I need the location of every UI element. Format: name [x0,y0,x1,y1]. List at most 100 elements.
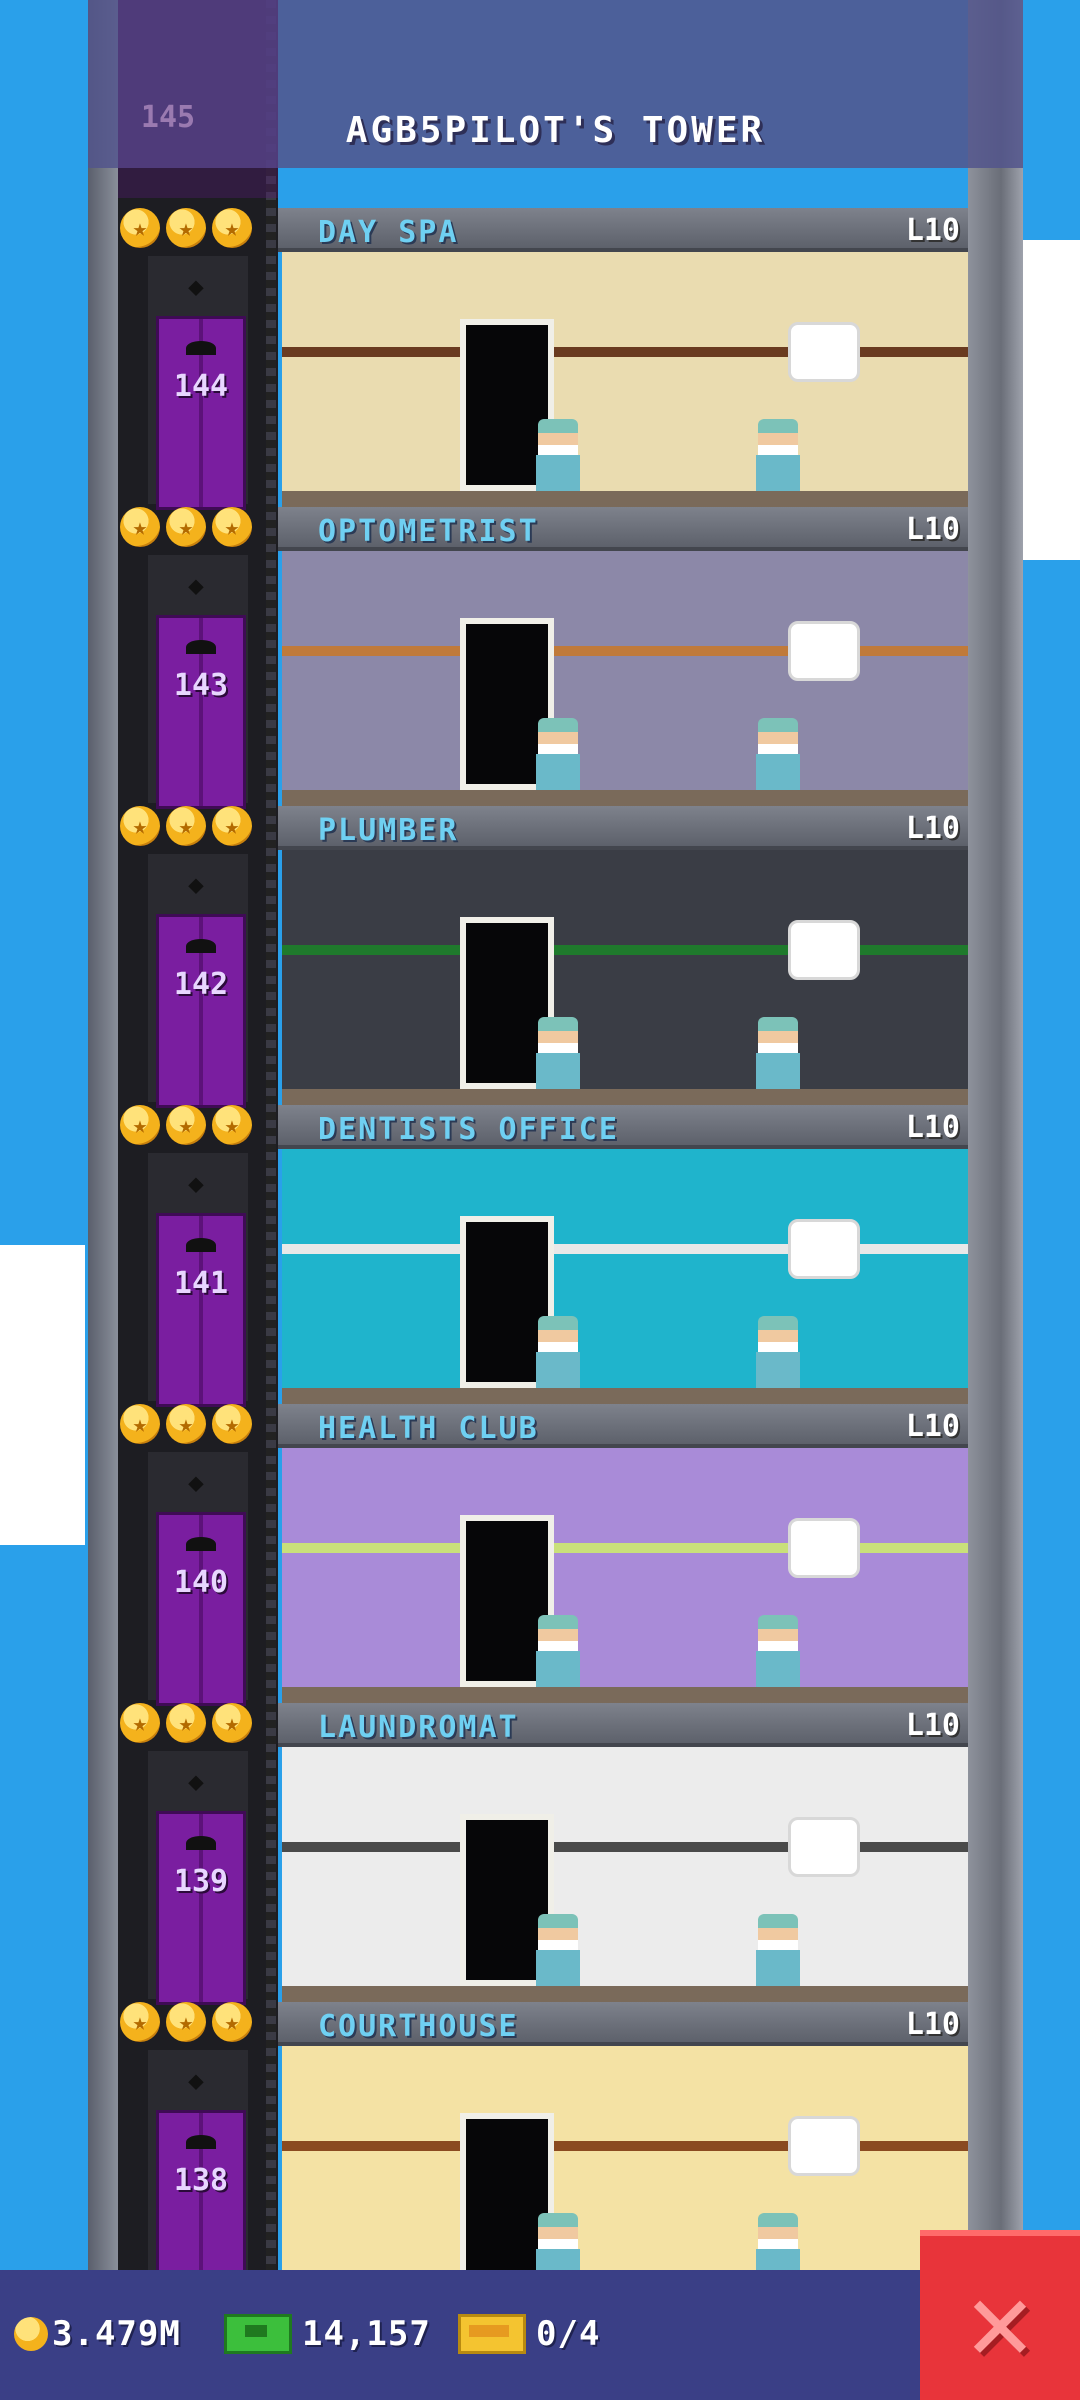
tickets-stat: 0/4 [458,2314,600,2354]
floor-level: L10 [905,1409,960,1444]
elevator-door: 142 [156,914,246,1108]
star-icon: ★ [120,1404,160,1444]
top-elevator [118,0,278,198]
floor-room[interactable] [282,252,968,507]
bitizen[interactable] [532,1017,584,1089]
floor-room[interactable] [282,850,968,1105]
speech-bubble[interactable] [788,2116,860,2176]
floor-row[interactable]: ★ ★ ★ DAY SPA L10 ◆ 144 [88,208,1023,510]
floor-row[interactable]: ★ ★ ★ DENTISTS OFFICE L10 ◆ 141 [88,1105,1023,1407]
elevator-door: 144 [156,316,246,510]
speech-bubble[interactable] [788,920,860,980]
floor-name: COURTHOUSE [318,2009,519,2044]
coins-stat: 3.479M [14,2314,181,2354]
floor-stars: ★ ★ ★ [120,806,270,846]
floor-header: DAY SPA L10 [278,208,968,252]
star-icon: ★ [120,507,160,547]
floor-row[interactable]: ★ ★ ★ OPTOMETRIST L10 ◆ 143 [88,507,1023,809]
floor-row[interactable]: ★ ★ ★ HEALTH CLUB L10 ◆ 140 [88,1404,1023,1706]
star-icon: ★ [120,1703,160,1743]
floor-level: L10 [905,2007,960,2042]
floor-number: 141 [173,1266,229,1301]
star-icon: ★ [166,806,206,846]
coin-icon [14,2317,48,2351]
elevator[interactable]: ◆ 142 [148,854,248,1108]
elevator[interactable]: ◆ 139 [148,1751,248,2005]
bitizen[interactable] [752,419,804,491]
elevator-indicator-icon: ◆ [188,870,204,900]
floor-header: HEALTH CLUB L10 [278,1404,968,1448]
bux-icon [224,2314,292,2354]
floor-number: 142 [173,967,229,1002]
bat-icon [186,1537,216,1551]
floor-number: 145 [140,100,196,135]
bitizen[interactable] [752,718,804,790]
bat-icon [186,939,216,953]
star-icon: ★ [212,1105,252,1145]
bitizen[interactable] [752,1316,804,1388]
floor-name: LAUNDROMAT [318,1710,519,1745]
bitizen[interactable] [752,1017,804,1089]
star-icon: ★ [120,1105,160,1145]
close-icon: ✕ [966,2257,1034,2385]
elevator-indicator-icon: ◆ [188,272,204,302]
star-icon: ★ [166,2002,206,2042]
elevator[interactable]: ◆ 140 [148,1452,248,1706]
wall-trim [282,2141,968,2151]
room-floor [282,1388,968,1404]
elevator-indicator-icon: ◆ [188,1468,204,1498]
star-icon: ★ [212,507,252,547]
close-button[interactable]: ✕ [920,2230,1080,2400]
elevator[interactable]: ◆ 143 [148,555,248,809]
bitizen[interactable] [532,419,584,491]
floor-room[interactable] [282,551,968,806]
wall-trim [282,1543,968,1553]
star-icon: ★ [212,2002,252,2042]
cloud [1020,240,1080,560]
speech-bubble[interactable] [788,322,860,382]
wall-trim [282,945,968,955]
floor-number: 143 [173,668,229,703]
bitizen[interactable] [532,718,584,790]
floor-row[interactable]: ★ ★ ★ COURTHOUSE L10 ◆ 138 [88,2002,1023,2304]
floor-header: PLUMBER L10 [278,806,968,850]
floor-stars: ★ ★ ★ [120,208,270,248]
star-icon: ★ [120,208,160,248]
speech-bubble[interactable] [788,621,860,681]
cloud [0,1245,85,1545]
tickets-value: 0/4 [536,2314,601,2354]
floor-row[interactable]: ★ ★ ★ LAUNDROMAT L10 ◆ 139 [88,1703,1023,2005]
bitizen[interactable] [752,1615,804,1687]
floor-number: 139 [173,1864,229,1899]
room-floor [282,790,968,806]
floor-room[interactable] [282,2046,968,2301]
speech-bubble[interactable] [788,1817,860,1877]
bat-icon [186,341,216,355]
floor-level: L10 [905,213,960,248]
room-floor [282,491,968,507]
floor-number: 144 [173,369,229,404]
floor-room[interactable] [282,1149,968,1404]
floor-header: OPTOMETRIST L10 [278,507,968,551]
speech-bubble[interactable] [788,1518,860,1578]
star-icon: ★ [166,1105,206,1145]
floor-room[interactable] [282,1747,968,2002]
floor-stars: ★ ★ ★ [120,1404,270,1444]
bitizen[interactable] [752,1914,804,1986]
floor-name: DAY SPA [318,215,459,250]
floor-name: HEALTH CLUB [318,1411,539,1446]
floor-row[interactable]: ★ ★ ★ PLUMBER L10 ◆ 142 [88,806,1023,1108]
tower-header: AGB5PILOT'S TOWER [88,0,1023,198]
elevator[interactable]: ◆ 141 [148,1153,248,1407]
elevator[interactable]: ◆ 144 [148,256,248,510]
bitizen[interactable] [532,1615,584,1687]
floor-room[interactable] [282,1448,968,1703]
wall-trim [282,347,968,357]
speech-bubble[interactable] [788,1219,860,1279]
star-icon: ★ [212,1703,252,1743]
bitizen[interactable] [532,1914,584,1986]
star-icon: ★ [212,208,252,248]
elevator[interactable]: ◆ 138 [148,2050,248,2304]
room-floor [282,1089,968,1105]
bitizen[interactable] [532,1316,584,1388]
